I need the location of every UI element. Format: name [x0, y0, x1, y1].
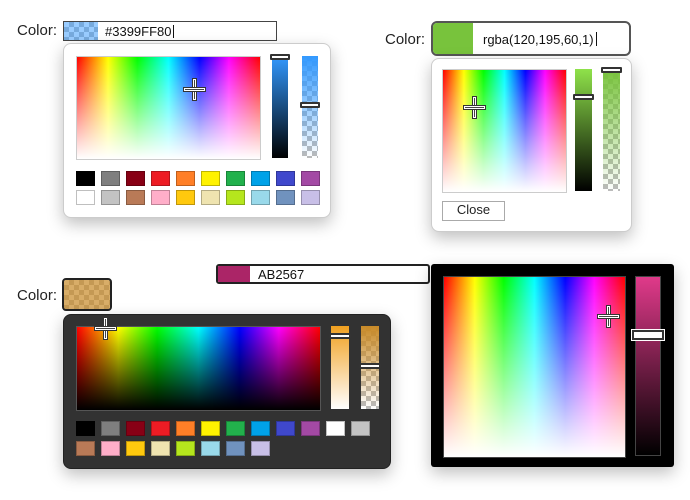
palette-swatch[interactable] [76, 441, 95, 456]
close-button[interactable]: Close [442, 201, 505, 221]
palette-swatch[interactable] [251, 190, 270, 205]
palette-swatch[interactable] [126, 441, 145, 456]
palette-swatch[interactable] [76, 190, 95, 205]
color-picker-panel-3 [63, 314, 391, 469]
palette-swatch[interactable] [76, 421, 95, 436]
color-picker-panel-2: Close [431, 58, 632, 232]
value-slider-handle-2[interactable] [573, 94, 594, 100]
palette-swatch[interactable] [276, 171, 295, 186]
alpha-slider-handle-1[interactable] [300, 102, 320, 108]
value-slider-2[interactable] [573, 69, 594, 191]
palette-row-1 [76, 171, 326, 187]
alpha-slider-handle-2[interactable] [601, 67, 622, 73]
rgba-value-input-2[interactable] [483, 31, 623, 47]
palette-swatch[interactable] [126, 171, 145, 186]
alpha-slider-1[interactable] [300, 56, 320, 158]
palette-swatch[interactable] [101, 190, 120, 205]
color-preview-swatch-4[interactable] [218, 266, 250, 282]
palette-swatch[interactable] [226, 190, 245, 205]
value-slider-3[interactable] [329, 326, 351, 409]
palette-swatch[interactable] [201, 171, 220, 186]
hex-value-input-4[interactable] [258, 267, 418, 282]
value-slider-handle-3[interactable] [329, 333, 351, 339]
color-preview-swatch-3[interactable] [62, 278, 112, 311]
palette-swatch[interactable] [176, 171, 195, 186]
palette-swatch[interactable] [301, 190, 320, 205]
color-picker-panel-1 [63, 43, 331, 218]
color-preview-swatch-1[interactable] [64, 22, 98, 40]
value-slider-4[interactable] [632, 276, 664, 456]
color-label-3: Color: [17, 287, 58, 304]
palette-swatch[interactable] [301, 171, 320, 186]
palette-swatch[interactable] [101, 171, 120, 186]
palette-swatch[interactable] [301, 421, 320, 436]
color-label-2: Color: [385, 31, 426, 48]
hex-value-input-1[interactable] [105, 23, 265, 39]
palette-swatch[interactable] [76, 171, 95, 186]
palette-swatch[interactable] [251, 441, 270, 456]
palette-swatch[interactable] [226, 171, 245, 186]
palette-swatch[interactable] [201, 441, 220, 456]
crosshair-cursor-icon[interactable] [464, 97, 485, 118]
palette-swatch[interactable] [326, 421, 345, 436]
palette-swatch[interactable] [176, 421, 195, 436]
palette-swatch[interactable] [226, 441, 245, 456]
color-picker-panel-4 [431, 264, 674, 467]
value-slider-1[interactable] [270, 54, 290, 158]
palette-swatch[interactable] [151, 190, 170, 205]
palette-swatch[interactable] [201, 190, 220, 205]
palette-swatch[interactable] [251, 421, 270, 436]
palette-swatch[interactable] [151, 421, 170, 436]
alpha-slider-3[interactable] [359, 326, 381, 409]
palette-swatch[interactable] [201, 421, 220, 436]
palette-swatch[interactable] [351, 421, 370, 436]
crosshair-cursor-icon[interactable] [598, 306, 619, 327]
palette-swatch[interactable] [101, 441, 120, 456]
palette-swatch[interactable] [226, 421, 245, 436]
color-label-1: Color: [17, 22, 58, 39]
palette-swatch[interactable] [176, 441, 195, 456]
crosshair-cursor-icon[interactable] [95, 318, 116, 339]
palette-swatch[interactable] [176, 190, 195, 205]
crosshair-cursor-icon[interactable] [184, 79, 205, 100]
palette-swatch[interactable] [126, 421, 145, 436]
value-slider-handle-4[interactable] [632, 330, 664, 340]
alpha-slider-handle-3[interactable] [359, 363, 381, 369]
palette-swatch[interactable] [151, 171, 170, 186]
palette-swatch[interactable] [126, 190, 145, 205]
palette-swatch[interactable] [251, 171, 270, 186]
saturation-field-4[interactable] [443, 276, 626, 458]
value-slider-handle-1[interactable] [270, 54, 290, 60]
palette-grid-3 [76, 421, 386, 461]
saturation-field-2[interactable] [442, 69, 567, 193]
palette-swatch[interactable] [101, 421, 120, 436]
color-input-2[interactable] [431, 21, 631, 56]
alpha-slider-2[interactable] [601, 67, 622, 191]
palette-swatch[interactable] [276, 190, 295, 205]
saturation-field-3[interactable] [76, 318, 321, 411]
color-input-1[interactable] [63, 21, 277, 41]
color-preview-swatch-2[interactable] [433, 23, 473, 54]
text-caret [173, 25, 174, 38]
text-caret [596, 32, 597, 46]
saturation-field-1[interactable] [76, 56, 261, 160]
palette-swatch[interactable] [276, 421, 295, 436]
color-input-4[interactable] [216, 264, 430, 284]
palette-row-2 [76, 190, 326, 206]
palette-swatch[interactable] [151, 441, 170, 456]
